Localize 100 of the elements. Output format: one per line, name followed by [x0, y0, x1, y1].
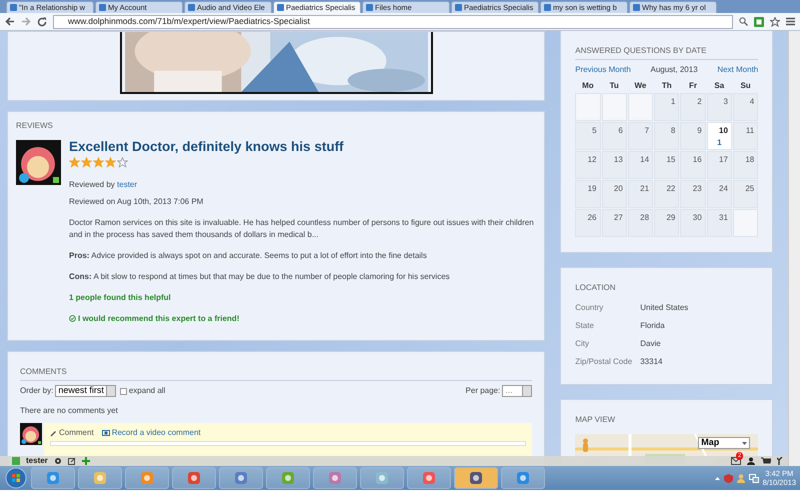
pros-text: Pros: Advice provided is always spot on and accurate. Seems to put a lot of effort into the fine details: [69, 250, 428, 262]
star-icon: [117, 156, 128, 168]
page-icon: [99, 4, 106, 11]
calendar-day[interactable]: 6: [602, 122, 627, 150]
taskbar-button[interactable]: [266, 467, 310, 489]
page-icon: [633, 4, 640, 11]
weekday-label: Mo: [581, 80, 595, 92]
section-heading: MAP VIEW: [575, 414, 616, 426]
taskbar-button[interactable]: [172, 467, 216, 489]
calendar-day[interactable]: 1: [654, 93, 680, 121]
calendar-day[interactable]: 2: [680, 93, 706, 121]
comment-input[interactable]: [50, 441, 526, 446]
calendar-day[interactable]: 17: [706, 151, 732, 179]
network-icon[interactable]: [748, 474, 759, 482]
calendar-day[interactable]: 20: [602, 180, 627, 208]
calendar-day[interactable]: 19: [575, 180, 601, 208]
zoom-icon[interactable]: [739, 17, 748, 26]
calendar-day[interactable]: 23: [680, 180, 706, 208]
empty-message: There are no comments yet: [20, 405, 119, 417]
calendar-day[interactable]: 8: [654, 122, 680, 150]
section-heading: COMMENTS: [20, 362, 532, 381]
mail-icon[interactable]: [731, 457, 741, 465]
taskbar-button[interactable]: [125, 467, 169, 489]
calendar-day[interactable]: 24: [706, 180, 732, 208]
calendar-day[interactable]: 31: [706, 209, 732, 237]
calendar-day[interactable]: 27: [602, 209, 627, 237]
edit-icon[interactable]: [68, 457, 76, 465]
field-label: Zip/Postal Code: [575, 356, 634, 368]
field-value: Florida: [640, 320, 665, 332]
page-icon: [366, 4, 373, 11]
address-bar[interactable]: www.dolphinmods.com/71b/m/expert/view/Paediatrics-Specialist: [53, 14, 733, 28]
calendar-day[interactable]: 12: [575, 151, 601, 179]
calendar-day[interactable]: 28: [628, 209, 654, 237]
star-icon[interactable]: [770, 16, 780, 26]
cart-icon[interactable]: [761, 457, 771, 465]
expand-all-checkbox[interactable]: [120, 388, 127, 394]
settings-icon[interactable]: [54, 457, 62, 465]
calendar-day[interactable]: 9: [680, 122, 706, 150]
extension-icon[interactable]: [754, 16, 764, 26]
weekday-label: Su: [739, 80, 752, 92]
calendar-day[interactable]: 25: [732, 180, 758, 208]
calendar-day[interactable]: 10 1: [706, 122, 732, 150]
calendar-day[interactable]: 3: [706, 93, 732, 121]
scrollbar[interactable]: [788, 31, 800, 466]
calendar-day[interactable]: 29: [654, 209, 680, 237]
section-heading: LOCATION: [575, 282, 617, 294]
previous-month-link[interactable]: Previous Month: [575, 64, 631, 76]
calendar-day[interactable]: 22: [654, 180, 680, 208]
field-label: State: [575, 320, 595, 332]
comment-tab[interactable]: Comment: [50, 427, 94, 439]
map-type-select[interactable]: Map: [698, 437, 750, 449]
recommendation-text: I would recommend this expert to a friend!: [78, 312, 240, 325]
taskbar-button[interactable]: [407, 467, 451, 489]
helpful-count: 1 people found this helpful: [69, 292, 172, 304]
calendar-day[interactable]: 4: [732, 93, 758, 121]
pegman-icon[interactable]: [581, 438, 590, 452]
field-value: Davie: [640, 338, 661, 350]
calendar-day[interactable]: 11: [732, 122, 758, 150]
page-icon: [455, 4, 462, 11]
video-comment-link[interactable]: Record a video comment: [102, 427, 201, 439]
calendar-day[interactable]: 15: [654, 151, 680, 179]
back-icon[interactable]: [5, 17, 15, 26]
taskbar-button[interactable]: [360, 467, 404, 489]
order-by-label: Order by:: [20, 385, 54, 397]
avatar: [16, 140, 61, 185]
add-icon[interactable]: [82, 457, 90, 465]
status-icon: [12, 457, 20, 465]
page-icon: [10, 4, 17, 11]
next-month-link[interactable]: Next Month: [717, 64, 758, 76]
star-icon: [93, 156, 104, 168]
section-heading: REVIEWS: [16, 120, 54, 132]
menu-icon[interactable]: [786, 17, 795, 26]
start-button[interactable]: [4, 467, 28, 489]
forward-icon[interactable]: [21, 17, 31, 26]
order-select[interactable]: newest first: [55, 385, 116, 397]
page-icon: [277, 4, 284, 11]
calendar-day[interactable]: 26: [575, 209, 601, 237]
person-icon[interactable]: [747, 457, 755, 465]
calendar-day[interactable]: 13: [602, 151, 627, 179]
username[interactable]: tester: [26, 457, 48, 465]
calendar-day[interactable]: 30: [680, 209, 706, 237]
taskbar-button[interactable]: [454, 467, 498, 489]
calendar-day[interactable]: 16: [680, 151, 706, 179]
taskbar-button[interactable]: [501, 467, 545, 489]
reload-icon[interactable]: [37, 16, 47, 26]
taskbar-button[interactable]: [219, 467, 263, 489]
weekday-label: Sa: [713, 80, 726, 92]
tray-expand-icon[interactable]: [714, 476, 720, 480]
calendar-day[interactable]: 14: [628, 151, 654, 179]
calendar-day[interactable]: 7: [628, 122, 654, 150]
answer-count[interactable]: 1: [710, 137, 728, 149]
field-label: Country: [575, 302, 604, 314]
calendar-day[interactable]: 18: [732, 151, 758, 179]
review-date: Reviewed on Aug 10th, 2013 7:06 PM: [69, 196, 204, 208]
calendar-day[interactable]: 5: [575, 122, 601, 150]
taskbar-button[interactable]: [313, 467, 357, 489]
section-heading: ANSWERED QUESTIONS BY DATE: [575, 45, 758, 60]
cons-text: Cons: A bit slow to respond at times but that may be due to the number of people clamoring for his services: [69, 270, 451, 283]
shield-icon[interactable]: [724, 474, 733, 482]
calendar-day[interactable]: 21: [628, 180, 654, 208]
